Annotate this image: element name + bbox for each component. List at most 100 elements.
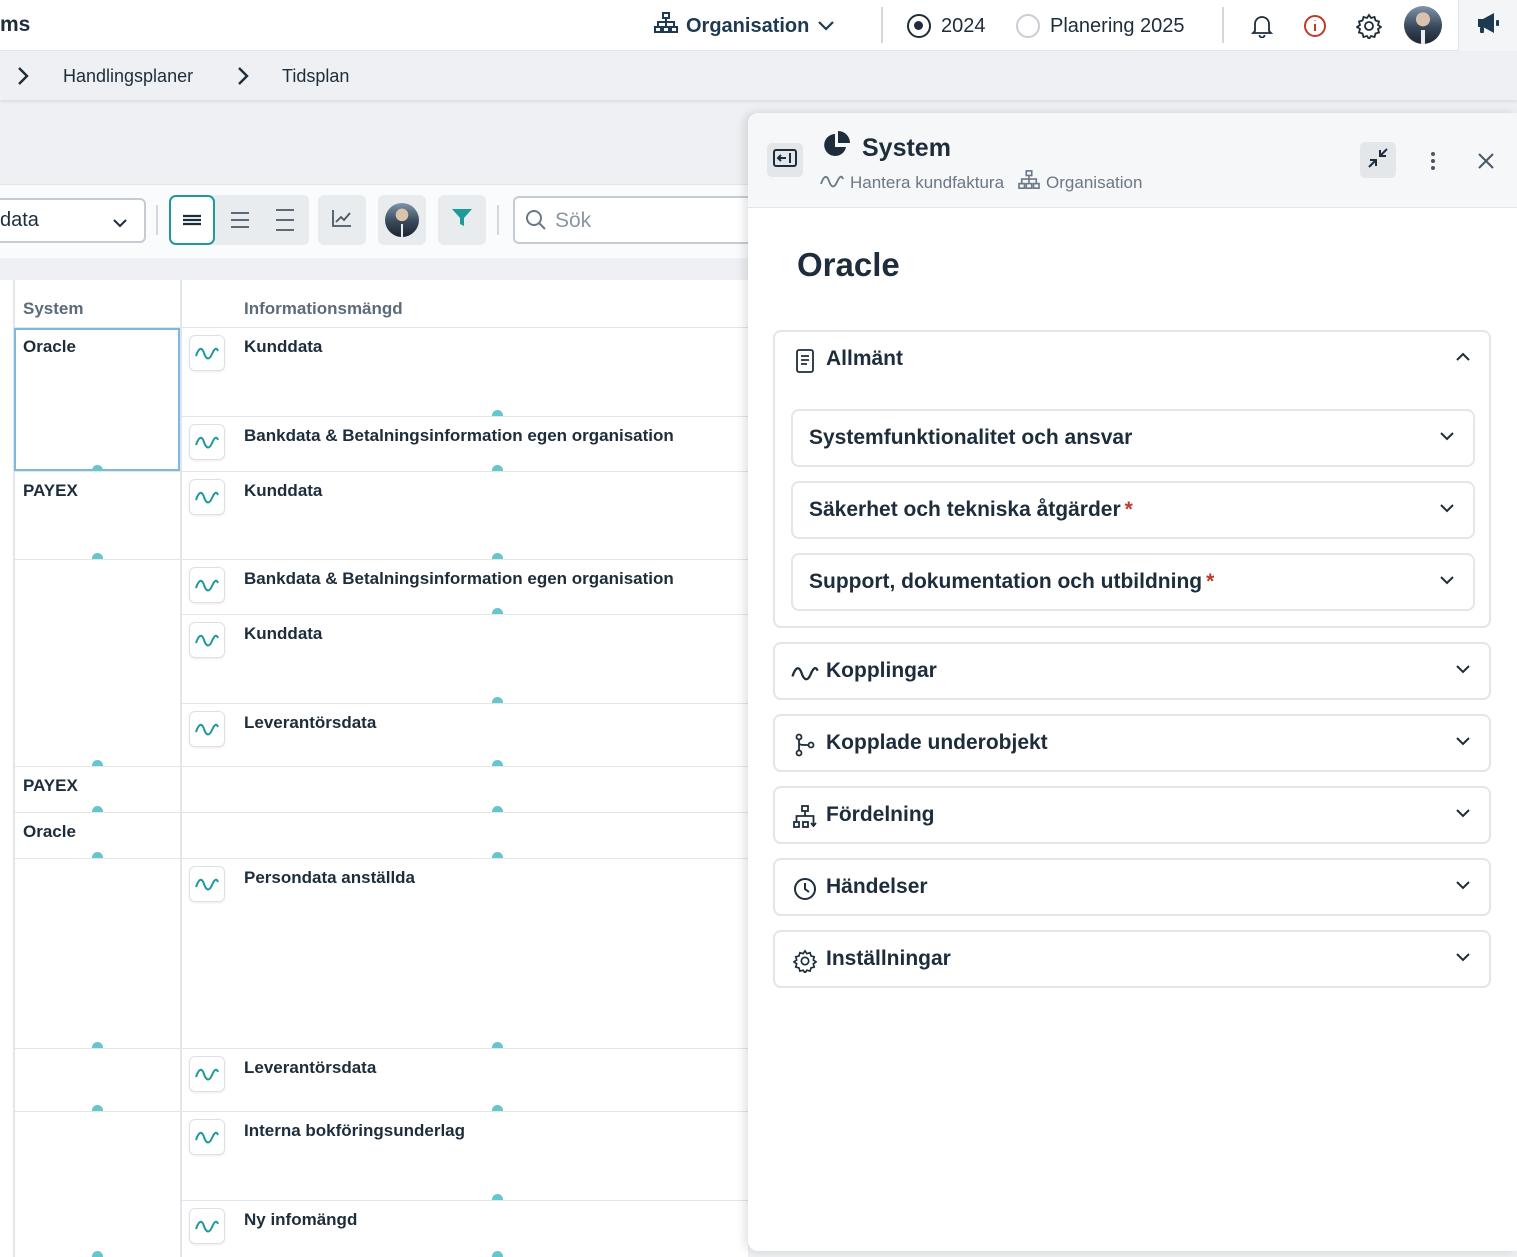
panel-subtitle: Hantera kundfaktura Organisation (820, 170, 1142, 195)
density-compact-button[interactable] (169, 195, 215, 245)
organisation-link[interactable]: Organisation (1046, 173, 1142, 193)
row-resize-handle[interactable] (492, 760, 503, 766)
breadcrumb-tidsplan[interactable]: Tidsplan (282, 66, 349, 87)
bell-icon[interactable] (1247, 11, 1277, 41)
row-resize-handle[interactable] (492, 806, 503, 812)
chevron-down-icon (1455, 950, 1471, 968)
section-children-label: Kopplade underobjekt (826, 731, 1048, 754)
subsection-label: Säkerhet och tekniska åtgärder * (809, 498, 1133, 521)
close-icon[interactable] (1474, 148, 1498, 174)
row-resize-handle[interactable] (92, 465, 103, 471)
wave-icon[interactable] (189, 711, 225, 747)
wave-icon[interactable] (189, 567, 225, 603)
row-resize-handle[interactable] (92, 553, 103, 559)
info-cell[interactable]: Kunddata (244, 481, 322, 501)
avatar[interactable] (1404, 6, 1442, 44)
row-resize-handle[interactable] (92, 760, 103, 766)
system-cell[interactable]: Oracle (23, 337, 76, 357)
info-cell[interactable]: Persondata anställda (244, 868, 415, 888)
row-resize-handle[interactable] (492, 608, 503, 614)
row-resize-handle[interactable] (92, 1251, 103, 1257)
wave-icon[interactable] (189, 1208, 225, 1244)
subsection-security[interactable]: Säkerhet och tekniska åtgärder * (791, 481, 1475, 539)
radio-empty-icon (1016, 14, 1040, 38)
data-select-value: data (0, 209, 39, 231)
row-resize-handle[interactable] (492, 465, 503, 471)
branch-icon (791, 731, 819, 759)
row-divider (182, 858, 748, 859)
column-header-system[interactable]: System (23, 299, 83, 319)
density-wide-button[interactable] (262, 195, 308, 245)
row-resize-handle[interactable] (92, 806, 103, 812)
row-resize-handle[interactable] (492, 697, 503, 703)
chart-view-button[interactable] (318, 195, 366, 245)
system-cell[interactable]: Oracle (23, 822, 76, 842)
section-settings[interactable]: Inställningar (773, 930, 1491, 988)
row-resize-handle[interactable] (492, 553, 503, 559)
row-divider (182, 471, 748, 472)
row-resize-handle[interactable] (492, 1251, 503, 1257)
row-resize-handle[interactable] (492, 410, 503, 416)
wave-icon[interactable] (189, 424, 225, 460)
info-cell[interactable]: Kunddata (244, 624, 322, 644)
collapse-panel-button[interactable] (767, 143, 803, 177)
section-settings-label: Inställningar (826, 947, 951, 970)
row-resize-handle[interactable] (492, 1042, 503, 1048)
info-cell[interactable]: Ny infomängd (244, 1210, 357, 1230)
row-resize-handle[interactable] (92, 852, 103, 858)
chevron-down-icon (817, 15, 835, 38)
data-select[interactable]: data (0, 198, 146, 243)
section-links[interactable]: Kopplingar (773, 642, 1491, 700)
user-filter-button[interactable] (378, 195, 426, 245)
panel-type-label: System (862, 134, 951, 162)
gear-icon[interactable] (1354, 11, 1384, 41)
wave-icon[interactable] (189, 1119, 225, 1155)
breadcrumb: Handlingsplaner Tidsplan (0, 52, 1517, 100)
more-options-icon[interactable] (1421, 146, 1445, 176)
system-cell[interactable]: PAYEX (23, 776, 78, 796)
row-divider (182, 416, 748, 417)
subsection-functionality[interactable]: Systemfunktionalitet och ansvar (791, 409, 1475, 467)
info-icon[interactable] (1300, 11, 1330, 41)
wave-icon[interactable] (189, 622, 225, 658)
section-events[interactable]: Händelser (773, 858, 1491, 916)
process-link[interactable]: Hantera kundfaktura (850, 173, 1004, 193)
megaphone-button[interactable] (1458, 0, 1517, 51)
section-events-label: Händelser (826, 875, 928, 898)
chevron-up-icon (1455, 350, 1471, 368)
wave-icon[interactable] (189, 479, 225, 515)
system-cell[interactable]: PAYEX (23, 481, 78, 501)
organisation-switcher[interactable]: Organisation (654, 12, 835, 40)
info-cell[interactable]: Bankdata & Betalningsinformation egen or… (244, 426, 674, 446)
info-cell[interactable]: Leverantörsdata (244, 713, 376, 733)
wave-icon[interactable] (189, 335, 225, 371)
app-name[interactable]: ms (0, 13, 30, 37)
row-resize-handle[interactable] (492, 1105, 503, 1111)
subsection-support[interactable]: Support, dokumentation och utbildning * (791, 553, 1475, 611)
year-2024-radio[interactable]: 2024 (907, 12, 986, 40)
row-resize-handle[interactable] (492, 1194, 503, 1200)
info-cell[interactable]: Kunddata (244, 337, 322, 357)
section-distribution[interactable]: Fördelning (773, 786, 1491, 844)
info-cell[interactable]: Leverantörsdata (244, 1058, 376, 1078)
radio-selected-icon (907, 14, 931, 38)
section-general-header[interactable]: Allmänt (775, 332, 1489, 390)
info-cell[interactable]: Interna bokföringsunderlag (244, 1121, 465, 1141)
wave-icon[interactable] (189, 866, 225, 902)
wave-icon[interactable] (189, 1056, 225, 1092)
hierarchy-icon (791, 803, 819, 831)
search-input[interactable]: Sök (513, 196, 763, 244)
row-resize-handle[interactable] (92, 1042, 103, 1048)
minimize-button[interactable] (1360, 142, 1396, 178)
breadcrumb-handlingsplaner[interactable]: Handlingsplaner (63, 66, 193, 87)
filter-button[interactable] (438, 195, 486, 245)
row-resize-handle[interactable] (492, 852, 503, 858)
planning-2025-radio[interactable]: Planering 2025 (1016, 12, 1185, 40)
section-links-label: Kopplingar (826, 659, 937, 682)
density-medium-button[interactable] (217, 195, 263, 245)
info-cell[interactable]: Bankdata & Betalningsinformation egen or… (244, 569, 674, 589)
org-chart-icon (654, 12, 678, 40)
row-resize-handle[interactable] (92, 1105, 103, 1111)
section-children[interactable]: Kopplade underobjekt (773, 714, 1491, 772)
column-header-info[interactable]: Informationsmängd (244, 299, 403, 319)
